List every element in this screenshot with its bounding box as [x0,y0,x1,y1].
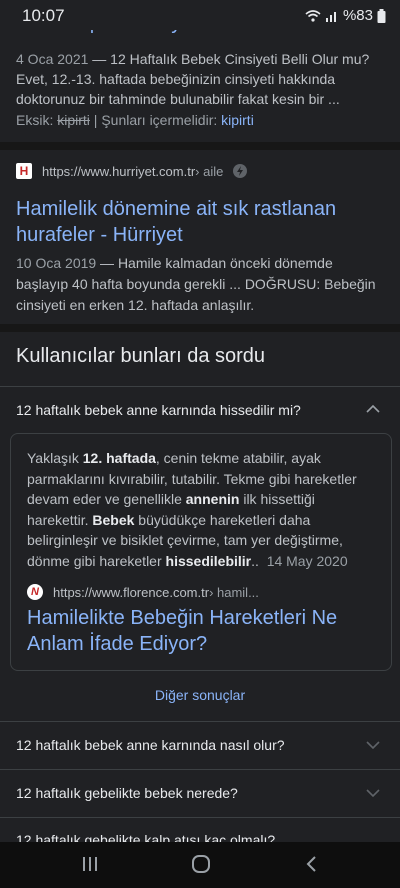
result-title-link[interactable]: Hamilelik dönemine ait sık rastlanan hur… [16,196,336,248]
back-icon[interactable] [304,854,320,874]
paa-question-text: 12 haftalık gebelikte bebek nerede? [16,785,238,801]
wifi-icon [305,9,321,22]
status-bar: 10:07 %83 [0,0,400,30]
paa-question-text: 12 haftalık bebek anne karnında hissedil… [16,402,301,418]
result-date: 4 Oca 2021 [16,51,89,67]
hurriyet-favicon-icon: H [16,163,32,179]
paa-divider [0,817,400,818]
answer-title-line1: Hamilelikte Bebeğin Hareketleri Ne [27,607,338,629]
chevron-down-icon [366,789,380,798]
paa-divider [0,769,400,770]
paa-answer-card: Yaklaşık 12. haftada, cenin tekme atabil… [10,433,392,671]
answer-date: 14 May 2020 [266,552,348,569]
battery-percent: %83 [342,7,373,24]
home-icon[interactable] [190,854,212,874]
answer-source-breadcrumb: › hamil... [209,584,259,600]
answer-title-link[interactable]: Hamilelikte Bebeğin Hareketleri Ne Anlam… [27,605,337,657]
recent-apps-icon[interactable] [80,854,100,874]
paa-heading: Kullanıcılar bunları da sordu [16,345,266,367]
result-divider [0,324,400,332]
paa-divider [0,721,400,722]
result-title-line2: hurafeler - Hürriyet [16,224,183,246]
status-icons: %83 [305,7,386,24]
result-date: 10 Oca 2019 [16,255,97,271]
result-title-line1: Hamilelik dönemine ait sık rastlanan [16,198,337,220]
chevron-up-icon [366,404,380,413]
result-snippet: 4 Oca 2021 — 12 Haftalık Bebek Cinsiyeti… [16,49,388,109]
must-include-label: | Şunları içermelidir: [89,112,222,128]
paa-divider [0,386,400,387]
missing-label: Eksik: [16,112,58,128]
result-snippet: 10 Oca 2019 — Hamile kalmadan önceki dön… [16,253,388,316]
missing-term: kipirti [57,112,90,128]
answer-source[interactable]: N https://www.florence.com.tr › hamil... [27,584,259,600]
paa-question-text: 12 haftalık bebek anne karnında nasıl ol… [16,737,285,753]
result-breadcrumb: › aile [195,163,224,179]
result-url: https://www.hurriyet.com.tr [42,163,196,179]
must-include-link[interactable]: kipirti [221,112,254,128]
battery-icon [377,8,386,23]
result-divider [0,142,400,150]
answer-source-url: https://www.florence.com.tr [53,584,210,600]
answer-title-line2: Anlam İfade Ediyor? [27,633,208,655]
paa-answer-text: Yaklaşık 12. haftada, cenin tekme atabil… [27,450,357,569]
more-results-link[interactable]: Diğer sonuçlar [0,687,400,703]
android-nav-bar [0,842,400,888]
chevron-down-icon [366,741,380,750]
result-source[interactable]: H https://www.hurriyet.com.tr › aile [16,163,248,179]
florence-favicon-icon: N [27,584,43,600]
amp-icon [233,164,248,178]
missing-terms: Eksik: kipirti | Şunları içermelidir: ki… [16,112,254,128]
status-time: 10:07 [22,6,65,25]
signal-icon [325,11,336,22]
